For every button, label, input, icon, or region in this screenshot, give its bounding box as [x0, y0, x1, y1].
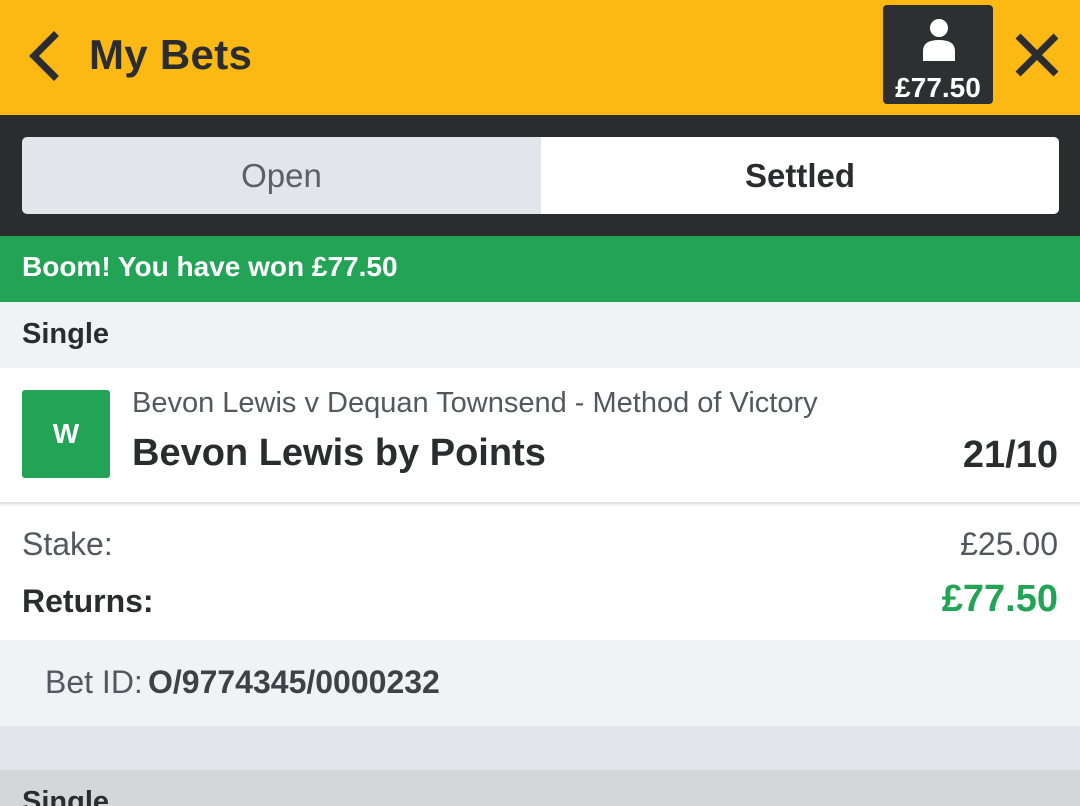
bet-id-label: Bet ID: [45, 664, 143, 700]
tab-settled[interactable]: Settled [541, 137, 1059, 214]
odds-value: 21/10 [962, 434, 1058, 476]
bet-type-label: Single [22, 318, 110, 350]
app-header: My Bets £77.50 [0, 0, 1080, 115]
stake-value: £25.00 [960, 526, 1058, 562]
result-badge: W [22, 390, 110, 478]
win-message: Boom! You have won £77.50 [22, 251, 398, 282]
tab-open[interactable]: Open [22, 137, 541, 214]
win-banner: Boom! You have won £77.50 [0, 236, 1080, 302]
balance-amount: £77.50 [895, 72, 981, 103]
close-button[interactable] [1012, 30, 1062, 80]
back-button[interactable] [24, 30, 68, 82]
returns-label: Returns: [22, 583, 154, 619]
bet-id-value: O/9774345/0000232 [148, 664, 440, 700]
market-name: Bevon Lewis v Dequan Townsend - Method o… [132, 387, 818, 419]
stake-returns-panel: Stake: £25.00 Returns: £77.50 [0, 506, 1080, 640]
bet-type-header: Single [0, 302, 1080, 368]
bet-separator [0, 726, 1080, 770]
bet-type-label: Single [22, 786, 110, 806]
bet-type-header: Single [0, 770, 1080, 806]
selection-name: Bevon Lewis by Points [132, 432, 546, 474]
close-icon [1015, 33, 1059, 77]
returns-value: £77.50 [941, 578, 1058, 620]
bet-id-row: Bet ID: O/9774345/0000232 [0, 640, 1080, 726]
bet-selection[interactable]: W Bevon Lewis v Dequan Townsend - Method… [0, 368, 1080, 504]
user-icon [923, 19, 955, 61]
stake-label: Stake: [22, 526, 113, 562]
page-title: My Bets [89, 31, 253, 78]
bets-tab-bar: Open Settled [0, 115, 1080, 236]
chevron-left-icon [29, 31, 59, 81]
account-balance-button[interactable]: £77.50 [883, 5, 993, 104]
